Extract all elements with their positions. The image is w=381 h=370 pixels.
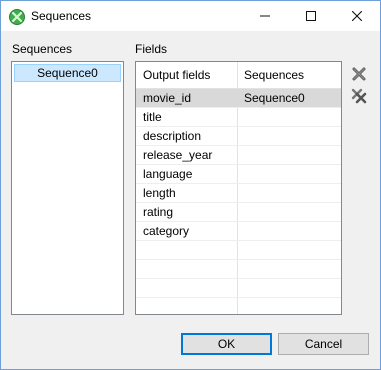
fields-table[interactable]: Output fields Sequences movie_id Sequence…	[135, 61, 342, 315]
minimize-button[interactable]	[242, 1, 288, 31]
table-row[interactable]: description	[136, 127, 341, 146]
table-row[interactable]: language	[136, 165, 341, 184]
close-button[interactable]	[334, 1, 380, 31]
sequence-cell[interactable]	[237, 203, 341, 221]
table-row[interactable]: length	[136, 184, 341, 203]
table-row[interactable]	[136, 260, 341, 279]
output-field-cell: language	[143, 167, 193, 181]
sequence-cell[interactable]	[237, 241, 341, 259]
output-field-cell: release_year	[143, 148, 213, 162]
sequence-cell[interactable]	[237, 184, 341, 202]
cancel-button[interactable]: Cancel	[278, 333, 369, 355]
delete-all-icon[interactable]	[350, 87, 368, 105]
output-field-cell	[136, 279, 237, 297]
output-field-cell: movie_id	[143, 91, 192, 105]
minimize-icon	[260, 15, 270, 17]
dialog-window: Sequences Sequences Fields Sequence0 Out…	[0, 0, 381, 370]
maximize-icon	[306, 11, 316, 21]
sequence-cell[interactable]	[237, 165, 341, 183]
table-row[interactable]: release_year	[136, 146, 341, 165]
sequence-cell[interactable]	[237, 260, 341, 278]
column-header-sequences[interactable]: Sequences	[237, 62, 341, 88]
output-field-cell	[136, 260, 237, 278]
output-field-cell	[136, 298, 237, 314]
table-row[interactable]	[136, 298, 341, 314]
table-row[interactable]: movie_id Sequence0	[136, 89, 341, 108]
output-field-cell: length	[143, 186, 176, 200]
sequences-label: Sequences	[12, 42, 73, 56]
table-row[interactable]	[136, 279, 341, 298]
ok-button[interactable]: OK	[181, 333, 272, 355]
table-row[interactable]: title	[136, 108, 341, 127]
close-icon	[352, 11, 362, 21]
title-bar: Sequences	[1, 1, 380, 31]
output-field-cell: title	[143, 110, 162, 124]
sequence-list-item[interactable]: Sequence0	[14, 64, 121, 82]
fields-label: Fields	[135, 42, 168, 56]
maximize-button[interactable]	[288, 1, 334, 31]
column-header-output-fields[interactable]: Output fields	[136, 62, 237, 88]
sequence-cell[interactable]	[237, 279, 341, 297]
table-row[interactable]: rating	[136, 203, 341, 222]
output-field-cell: rating	[143, 205, 174, 219]
sequence-cell[interactable]: Sequence0	[237, 89, 341, 107]
sequence-cell[interactable]	[237, 146, 341, 164]
window-title: Sequences	[31, 9, 92, 23]
sequence-cell[interactable]	[237, 298, 341, 314]
sequence-cell[interactable]	[237, 127, 341, 145]
output-field-cell: description	[143, 129, 202, 143]
app-icon	[9, 9, 25, 25]
output-field-cell	[136, 241, 237, 259]
table-row[interactable]: category	[136, 222, 341, 241]
delete-icon[interactable]	[350, 65, 368, 83]
sequence-cell[interactable]	[237, 108, 341, 126]
output-field-cell: category	[143, 224, 190, 238]
table-row[interactable]	[136, 241, 341, 260]
sequence-cell[interactable]	[237, 222, 341, 240]
sequences-list[interactable]: Sequence0	[11, 61, 124, 315]
